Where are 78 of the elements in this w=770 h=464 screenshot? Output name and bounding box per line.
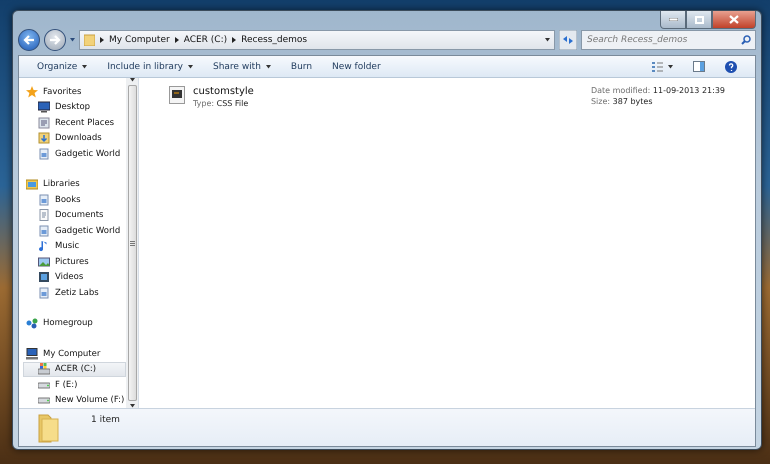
preview-pane-icon [693,61,705,72]
nav-group-header[interactable]: Homegroup [23,316,126,331]
grip-icon [130,240,134,246]
forward-button[interactable] [44,29,66,51]
file-name[interactable]: customstyle [193,86,254,97]
nav-item[interactable]: Desktop [23,100,126,115]
nav-item[interactable]: Recent Places [23,115,126,130]
scrollbar[interactable] [126,78,138,408]
nav-item[interactable]: F (E:) [23,377,126,392]
film-icon [38,271,50,284]
maximize-icon [694,16,704,24]
caret-icon [188,64,193,68]
windows-drive-icon [38,363,50,376]
breadcrumb-item[interactable]: ACER (C:) [184,35,228,45]
nav-item[interactable]: Zetiz Labs [23,285,126,300]
nav-item[interactable]: New Volume (F:) [23,392,126,408]
toolbar-button[interactable]: Organize [27,58,98,74]
caret-icon [668,64,673,68]
details-view-icon [652,62,663,72]
file-size: Size: 387 bytes [590,97,654,106]
caret-icon [82,64,88,68]
nav-item[interactable]: Gadgetic World [23,223,126,238]
caret-icon [266,64,271,68]
toolbar-button[interactable]: Share with [202,58,281,74]
breadcrumb-item[interactable]: My Computer [109,35,170,45]
library-icon [38,224,50,237]
picture-icon [38,256,50,268]
breadcrumb-item[interactable]: Recess_demos [241,35,308,45]
folder-icon [37,413,61,443]
date-modified: Date modified: 11-09-2013 21:39 [590,86,725,95]
refresh-icon[interactable] [559,30,577,50]
maximize-button[interactable] [686,11,712,29]
item-count: 1 item [91,414,120,425]
address-bar[interactable]: My Computer ACER (C:) Recess_demos [79,30,555,50]
nav-item[interactable]: Downloads [23,130,126,146]
nav-item[interactable]: Books [23,192,126,208]
back-button[interactable] [18,29,40,51]
search-icon [741,35,751,45]
libraries-folder-icon [26,178,38,190]
nav-item[interactable]: Music [23,238,126,254]
chevron-icon [232,37,236,43]
search-field[interactable]: Search Recess_demos [581,30,756,50]
star-icon [26,86,38,98]
desktop-icon [38,101,50,114]
nav-group-header[interactable]: Libraries [23,176,126,192]
scroll-thumb[interactable] [128,85,136,401]
nav-item[interactable]: Videos [23,270,126,285]
toolbar-button[interactable]: Burn [280,58,322,74]
folder-icon [84,34,95,46]
toolbar-button[interactable]: Include in library [97,58,203,74]
file-type: Type: CSS File [193,99,250,108]
homegroup-icon [26,317,38,330]
nav-item[interactable]: ACER (C:) [23,362,126,377]
forward-arrow-icon [49,35,61,45]
minimize-icon [668,18,678,21]
chevron-icon [100,37,104,43]
close-button[interactable] [712,11,756,29]
history-caret-icon [70,38,75,42]
document-icon [38,209,50,222]
nav-item[interactable]: Pictures [23,254,126,270]
help-icon [725,60,737,72]
close-icon [729,15,739,24]
library-icon [38,194,50,206]
back-arrow-icon [23,35,35,45]
nav-item[interactable]: Documents [23,208,126,223]
library-icon [38,286,50,299]
toolbar-button[interactable]: New folder [322,58,391,74]
css-file-icon [169,86,185,104]
nav-item[interactable]: Gadgetic World [23,146,126,162]
computer-icon [26,348,38,360]
address-dropdown-icon [545,38,550,42]
recent-places-icon [38,116,50,129]
minimize-button[interactable] [660,11,686,29]
nav-group-header[interactable]: Favorites [23,84,126,100]
download-folder-icon [38,132,50,144]
nav-group-header[interactable]: My Computer [23,346,126,362]
library-icon [38,148,50,160]
chevron-icon [174,37,179,43]
